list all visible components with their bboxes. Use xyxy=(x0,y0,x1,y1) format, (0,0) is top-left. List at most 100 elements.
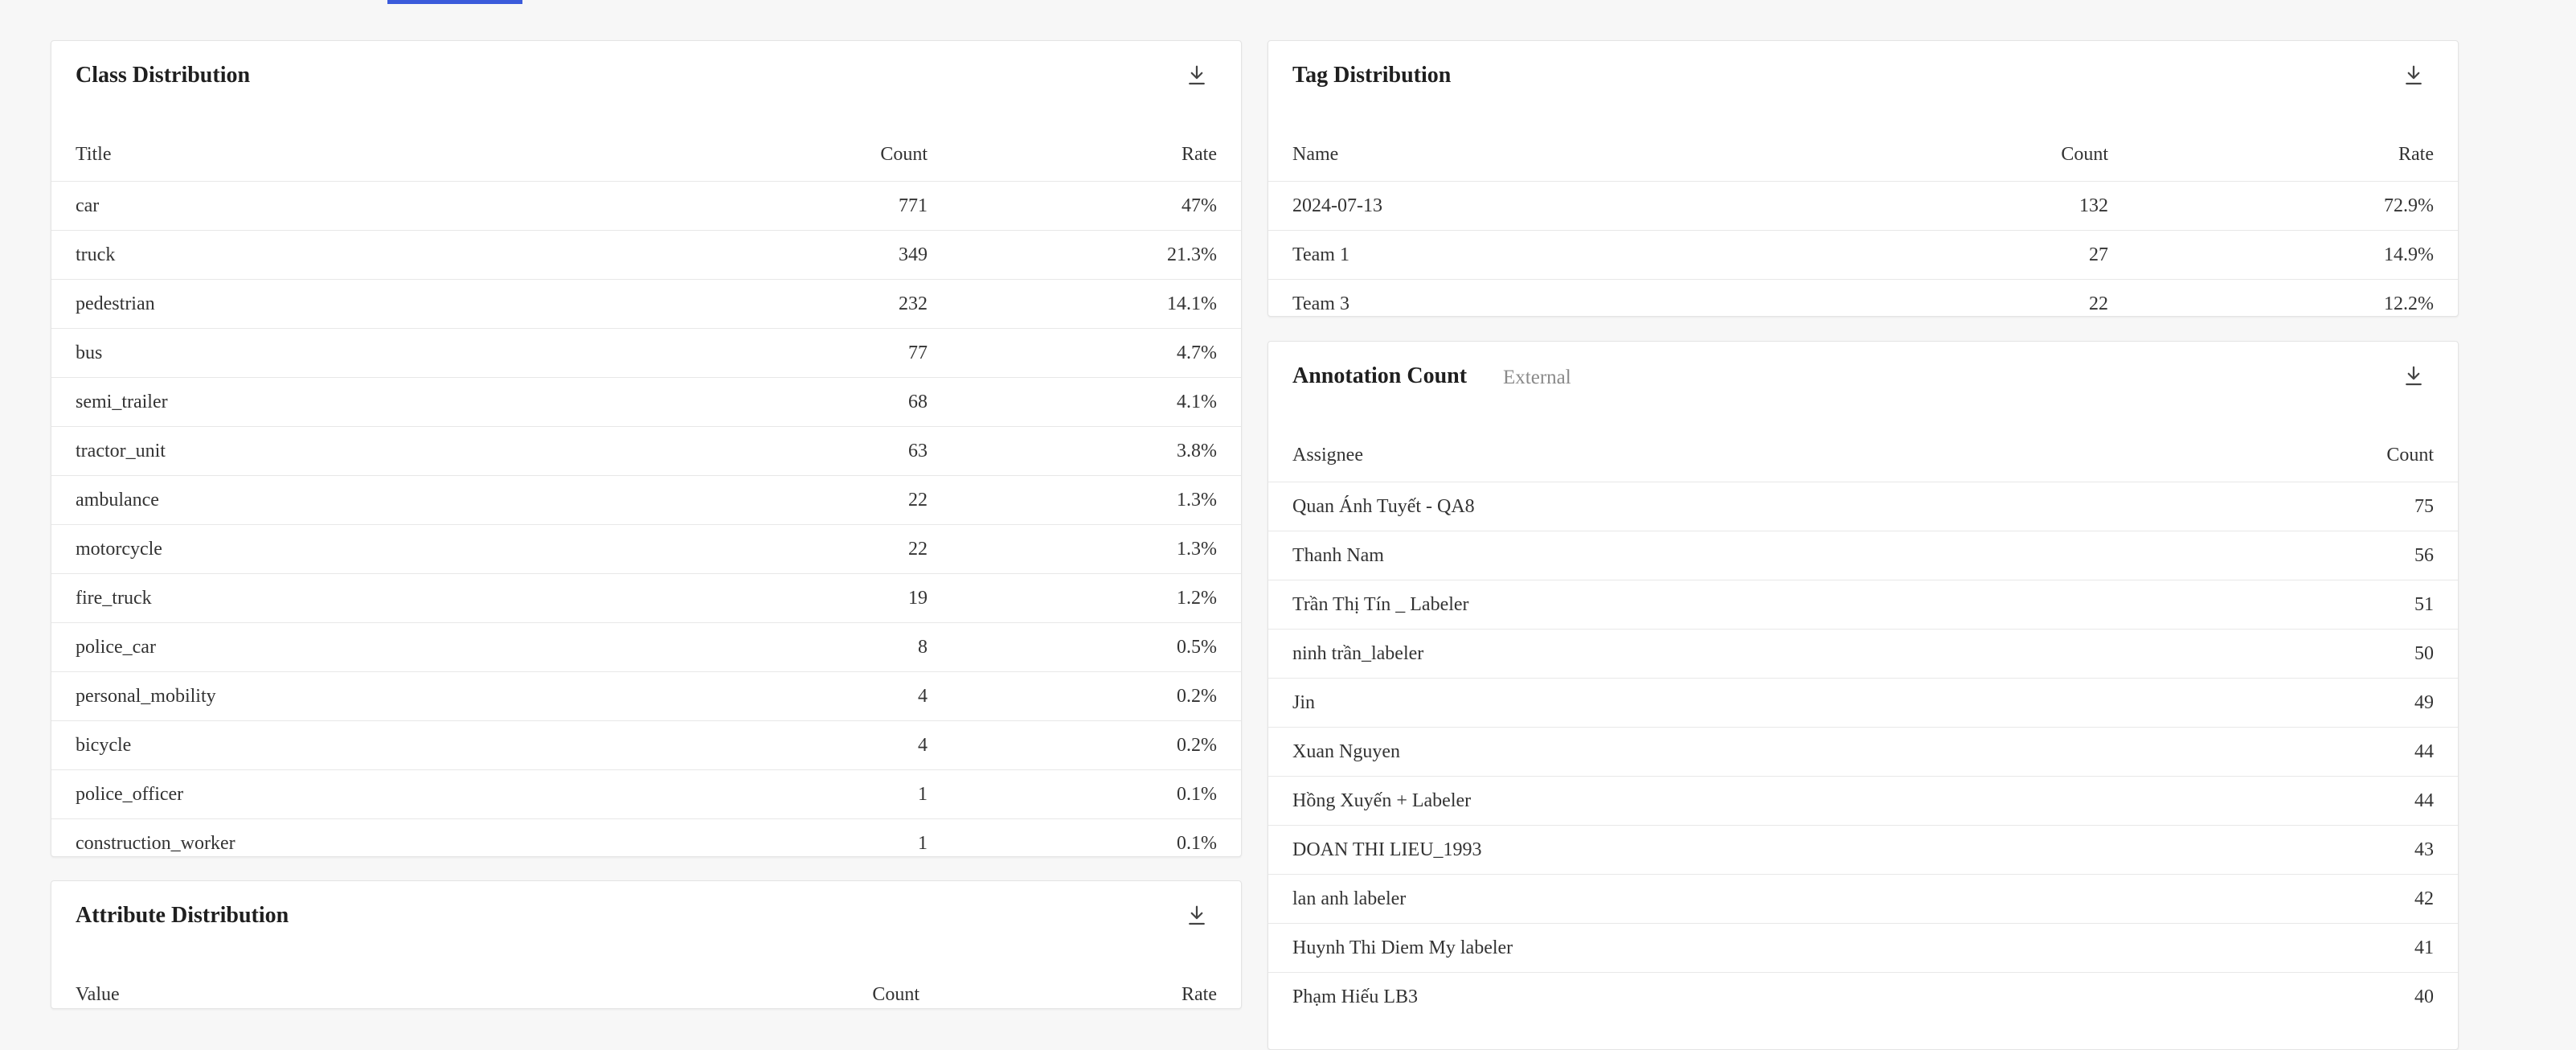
count-cell: 42 xyxy=(2136,874,2458,924)
table-row: Xuan Nguyen 44 xyxy=(1268,727,2458,777)
count-cell: 19 xyxy=(606,573,928,623)
table-row: Team 3 22 12.2% xyxy=(1268,279,2458,316)
count-cell: 50 xyxy=(2136,629,2458,679)
annotation-count-table: Assignee Count Quan Ánh Tuyết - QA8 75 Tha… xyxy=(1268,429,2458,1021)
class-distribution-header: Class Distribution xyxy=(51,41,1241,109)
assignee-cell: Jin xyxy=(1268,678,2136,728)
class-title-cell: truck xyxy=(51,230,606,280)
class-title-cell: fire_truck xyxy=(51,573,606,623)
column-header-count: Count xyxy=(2061,143,2108,165)
count-cell: 44 xyxy=(2136,727,2458,777)
table-row: personal_mobility 4 0.2% xyxy=(51,671,1241,721)
download-icon[interactable] xyxy=(2402,64,2426,88)
table-row: police_officer 1 0.1% xyxy=(51,769,1241,819)
rate-cell: 4.1% xyxy=(928,377,1241,427)
count-cell: 232 xyxy=(606,279,928,329)
table-row: Phạm Hiếu LB3 40 xyxy=(1268,972,2458,1021)
assignee-cell: lan anh labeler xyxy=(1268,874,2136,924)
table-row: tractor_unit 63 3.8% xyxy=(51,426,1241,476)
tag-name-cell: 2024-07-13 xyxy=(1268,181,1787,231)
download-icon[interactable] xyxy=(1185,904,1209,928)
assignee-cell: ninh trần_labeler xyxy=(1268,629,2136,679)
table-row: 2024-07-13 132 72.9% xyxy=(1268,181,2458,231)
assignee-cell: DOAN THI LIEU_1993 xyxy=(1268,825,2136,875)
table-row: car 771 47% xyxy=(51,181,1241,231)
table-row: construction_worker 1 0.1% xyxy=(51,818,1241,856)
table-row: ambulance 22 1.3% xyxy=(51,475,1241,525)
table-row: bicycle 4 0.2% xyxy=(51,720,1241,770)
table-row: Quan Ánh Tuyết - QA8 75 xyxy=(1268,482,2458,531)
assignee-type-label: External xyxy=(1503,367,1571,388)
annotation-count-header: Annotation Count External xyxy=(1268,342,2458,409)
table-row: Huynh Thi Diem My labeler 41 xyxy=(1268,923,2458,973)
table-header-row: Name Count Rate xyxy=(1268,128,2458,182)
count-cell: 77 xyxy=(606,328,928,378)
rate-cell: 21.3% xyxy=(928,230,1241,280)
column-header-assignee: Assignee xyxy=(1292,444,1363,466)
count-cell: 22 xyxy=(606,475,928,525)
count-cell: 41 xyxy=(2136,923,2458,973)
assignee-cell: Thanh Nam xyxy=(1268,531,2136,580)
table-row: Team 1 27 14.9% xyxy=(1268,230,2458,280)
download-icon[interactable] xyxy=(2402,364,2426,388)
rate-cell: 0.1% xyxy=(928,769,1241,819)
class-title-cell: motorcycle xyxy=(51,524,606,574)
count-cell: 56 xyxy=(2136,531,2458,580)
card-title: Annotation Count xyxy=(1292,363,1468,388)
class-title-cell: personal_mobility xyxy=(51,671,606,721)
count-cell: 63 xyxy=(606,426,928,476)
count-cell: 43 xyxy=(2136,825,2458,875)
table-row: motorcycle 22 1.3% xyxy=(51,524,1241,574)
table-row: bus 77 4.7% xyxy=(51,328,1241,378)
count-cell: 1 xyxy=(606,769,928,819)
tag-distribution-card: Tag Distribution Name Count Rate 2024-07… xyxy=(1268,40,2459,317)
count-cell: 22 xyxy=(1787,279,2108,316)
rate-cell: 0.1% xyxy=(928,818,1241,856)
class-distribution-card: Class Distribution Title Count Rate car 7… xyxy=(51,40,1242,857)
rate-cell: 0.2% xyxy=(928,720,1241,770)
count-cell: 75 xyxy=(2136,482,2458,531)
column-header-rate: Rate xyxy=(2398,143,2434,165)
class-title-cell: police_car xyxy=(51,622,606,672)
count-cell: 22 xyxy=(606,524,928,574)
assignee-cell: Xuan Nguyen xyxy=(1268,727,2136,777)
count-cell: 51 xyxy=(2136,580,2458,630)
class-distribution-table: Title Count Rate car 771 47% truck 349 21.3% p… xyxy=(51,128,1241,856)
rate-cell: 0.2% xyxy=(928,671,1241,721)
class-title-cell: construction_worker xyxy=(51,818,606,856)
count-cell: 8 xyxy=(606,622,928,672)
column-header-count: Count xyxy=(880,143,928,165)
table-row: semi_trailer 68 4.1% xyxy=(51,377,1241,427)
tag-name-cell: Team 3 xyxy=(1268,279,1787,316)
tag-distribution-header: Tag Distribution xyxy=(1268,41,2458,109)
assignee-cell: Huynh Thi Diem My labeler xyxy=(1268,923,2136,973)
rate-cell: 3.8% xyxy=(928,426,1241,476)
table-row: DOAN THI LIEU_1993 43 xyxy=(1268,825,2458,875)
column-header-rate: Rate xyxy=(1182,143,1217,165)
download-icon[interactable] xyxy=(1185,64,1209,88)
column-header-name: Name xyxy=(1292,143,1339,165)
class-title-cell: tractor_unit xyxy=(51,426,606,476)
table-row: Thanh Nam 56 xyxy=(1268,531,2458,580)
class-title-cell: bicycle xyxy=(51,720,606,770)
table-row: Hồng Xuyến + Labeler 44 xyxy=(1268,776,2458,826)
rate-cell: 72.9% xyxy=(2108,181,2458,231)
card-title: Class Distribution xyxy=(76,63,251,88)
attribute-distribution-card: Attribute Distribution Value Count Rate xyxy=(51,880,1242,1009)
count-cell: 40 xyxy=(2136,972,2458,1021)
column-header-title: Title xyxy=(76,143,112,165)
tag-distribution-table: Name Count Rate 2024-07-13 132 72.9% Team 1… xyxy=(1268,128,2458,316)
column-header-count: Count xyxy=(2386,444,2434,466)
class-title-cell: police_officer xyxy=(51,769,606,819)
count-cell: 349 xyxy=(606,230,928,280)
count-cell: 4 xyxy=(606,671,928,721)
table-row: police_car 8 0.5% xyxy=(51,622,1241,672)
table-row: truck 349 21.3% xyxy=(51,230,1241,280)
card-title: Tag Distribution xyxy=(1292,63,1452,88)
table-header-row: Title Count Rate xyxy=(51,128,1241,182)
count-cell: 132 xyxy=(1787,181,2108,231)
table-row: Trần Thị Tín _ Labeler 51 xyxy=(1268,580,2458,630)
table-row: lan anh labeler 42 xyxy=(1268,874,2458,924)
rate-cell: 1.2% xyxy=(928,573,1241,623)
attribute-distribution-header: Attribute Distribution xyxy=(51,881,1241,949)
